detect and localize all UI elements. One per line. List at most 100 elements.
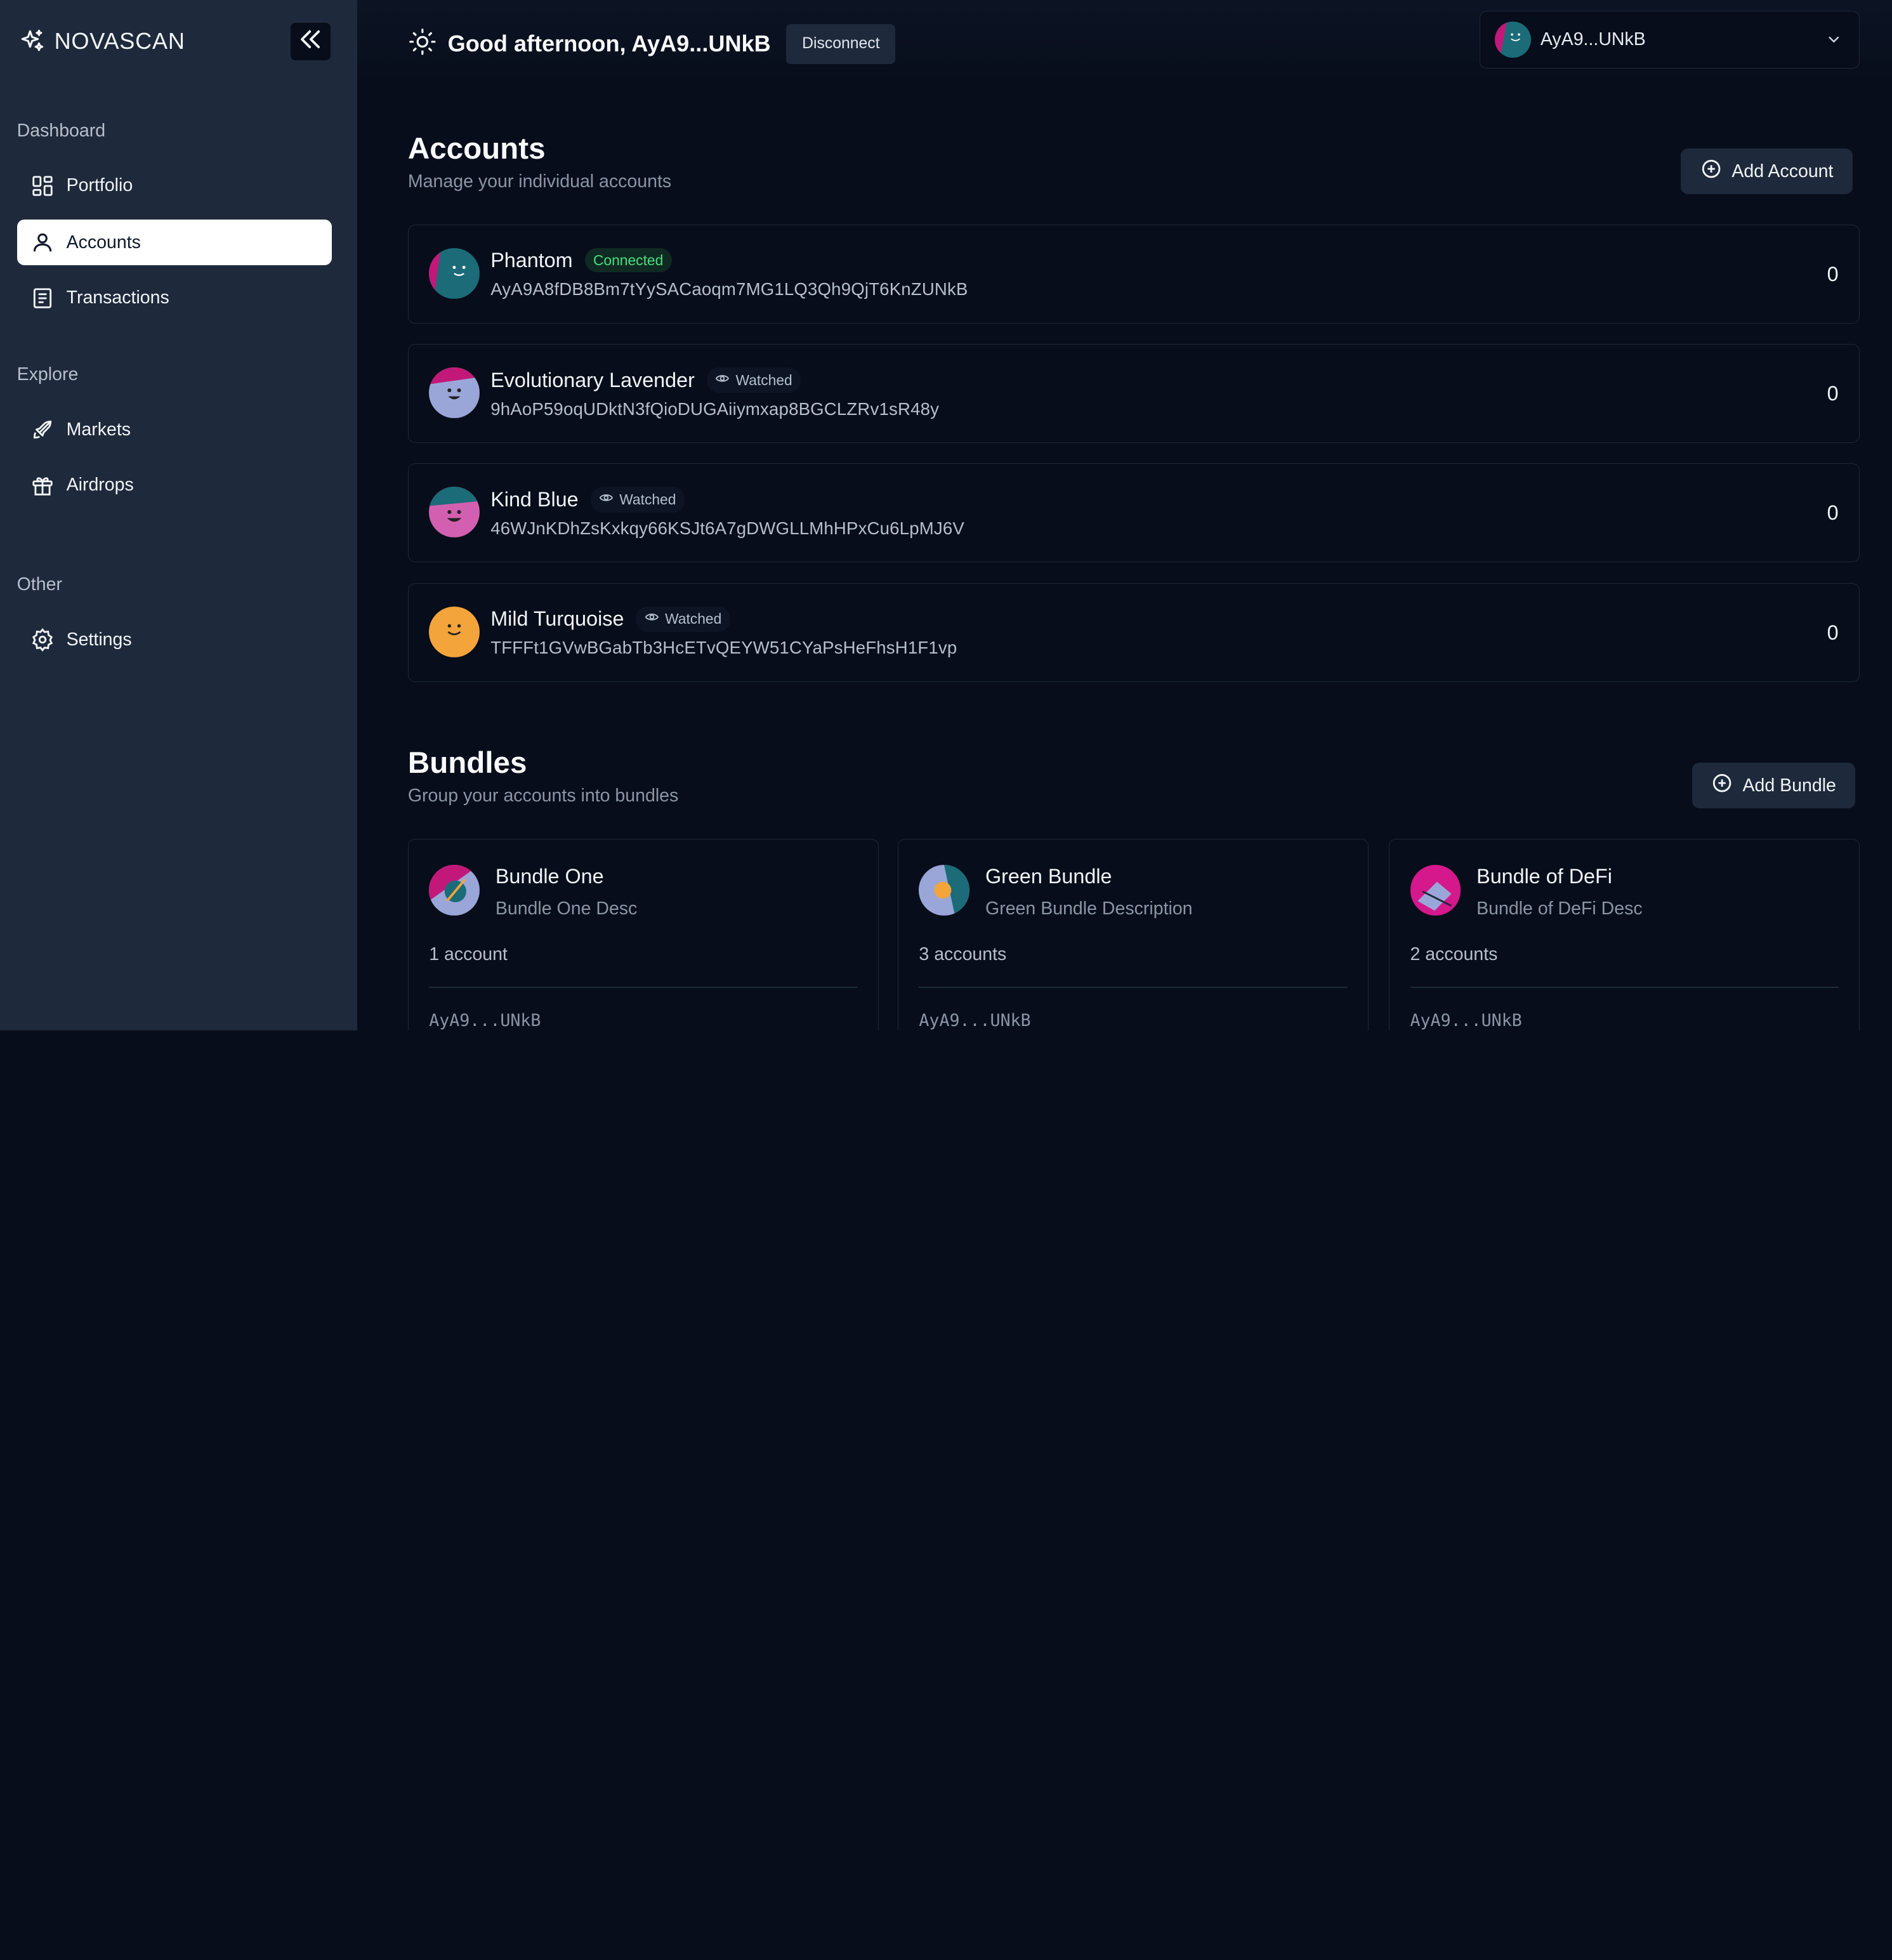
wallet-label: AyA9...UNkB [1540, 29, 1646, 50]
nav-section-dashboard: Dashboard [16, 121, 106, 141]
status-label: Watched [619, 491, 676, 508]
receipt-icon [30, 286, 55, 310]
sidebar: NOVASCAN Dashboard Portfolio Accounts Tr… [0, 0, 357, 1031]
bundle-description: Bundle One Desc [495, 898, 638, 919]
account-card-evolutionary-lavender[interactable]: Evolutionary Lavender Watched 9hAoP59oqU… [407, 344, 1860, 444]
gear-icon [30, 628, 55, 652]
wallet-selector[interactable]: AyA9...UNkB [1479, 11, 1860, 69]
user-icon [30, 230, 55, 254]
collapse-sidebar-button[interactable] [291, 23, 331, 61]
greeting-row: Good afternoon, AyA9...UNkB Disconnect [408, 24, 896, 64]
account-card-kind-blue[interactable]: Kind Blue Watched 46WJnKDhZsKxkqy66KSJt6… [407, 463, 1860, 563]
status-label: Watched [665, 610, 722, 628]
account-name: Kind Blue [490, 488, 579, 511]
account-name-row: Kind Blue Watched [490, 487, 685, 513]
account-address: TFFFt1GVwBGabTb3HcETvQEYW51CYaPsHeFhsH1F… [490, 638, 957, 658]
plus-circle-icon [1711, 772, 1733, 799]
chevron-down-icon [1825, 31, 1843, 53]
nav-section-other: Other [16, 574, 62, 595]
account-balance: 0 [1827, 382, 1839, 405]
account-address: 46WJnKDhZsKxkqy66KSJt6A7gDWGLLMhHPxCu6Lp… [490, 518, 964, 538]
avatar [429, 487, 480, 538]
bundle-account-count: 3 accounts [919, 944, 1007, 965]
account-address: 9hAoP59oqUDktN3fQioDUGAiiymxap8BGCLZRv1s… [490, 398, 940, 419]
bundle-address: AyA9...UNkB [919, 1010, 1031, 1030]
sidebar-item-label: Accounts [66, 232, 141, 253]
sparkles-icon [18, 27, 48, 56]
bundles-title: Bundles [407, 746, 527, 780]
gift-icon [30, 473, 55, 497]
account-name: Evolutionary Lavender [490, 368, 695, 391]
rocket-icon [30, 418, 55, 442]
add-bundle-button[interactable]: Add Bundle [1692, 763, 1856, 809]
bundles-subtitle: Group your accounts into bundles [407, 786, 679, 806]
accounts-title: Accounts [407, 132, 546, 166]
bundle-avatar [1410, 864, 1461, 916]
chevrons-left-icon [298, 26, 324, 58]
plus-circle-icon [1700, 158, 1722, 185]
sidebar-item-markets[interactable]: Markets [17, 407, 332, 452]
bundle-description: Green Bundle Description [985, 898, 1193, 919]
avatar [429, 247, 480, 299]
divider [919, 986, 1348, 988]
account-card-mild-turquoise[interactable]: Mild Turquoise Watched TFFFt1GVwBGabTb3H… [407, 582, 1860, 682]
sidebar-item-portfolio[interactable]: Portfolio [17, 163, 332, 209]
bundle-name: Bundle One [495, 864, 604, 888]
bundle-address: AyA9...UNkB [429, 1010, 541, 1030]
status-badge: Watched [706, 367, 801, 393]
brand-name: NOVASCAN [54, 27, 185, 54]
disconnect-button[interactable]: Disconnect [786, 24, 896, 64]
divider [429, 986, 858, 988]
bundle-account-count: 1 account [429, 944, 508, 965]
add-account-button[interactable]: Add Account [1681, 148, 1853, 195]
bundle-card-bundle-one[interactable]: Bundle One Bundle One Desc 1 account AyA… [407, 838, 879, 1031]
sidebar-item-transactions[interactable]: Transactions [17, 275, 332, 321]
sidebar-item-label: Airdrops [66, 475, 134, 496]
avatar [1494, 22, 1531, 58]
bundle-card-green-bundle[interactable]: Green Bundle Green Bundle Description 3 … [898, 838, 1369, 1031]
brand[interactable]: NOVASCAN [18, 27, 185, 56]
account-name-row: Evolutionary Lavender Watched [490, 367, 801, 393]
add-account-label: Add Account [1731, 161, 1834, 181]
account-name: Phantom [490, 248, 573, 272]
eye-icon [599, 490, 614, 509]
status-badge: Watched [636, 606, 730, 632]
sidebar-item-label: Portfolio [66, 175, 133, 196]
sun-icon [408, 27, 437, 62]
account-balance: 0 [1827, 501, 1839, 525]
account-address: AyA9A8fDB8Bm7tYySACaoqm7MG1LQ3Qh9QjT6KnZ… [490, 279, 968, 299]
status-badge: Connected [584, 247, 672, 273]
divider [1410, 986, 1839, 988]
sidebar-item-label: Settings [66, 629, 132, 650]
bundle-avatar [919, 864, 970, 916]
status-label: Watched [735, 371, 792, 388]
sidebar-item-label: Markets [66, 419, 131, 440]
bundle-name: Bundle of DeFi [1476, 864, 1612, 888]
topbar: Good afternoon, AyA9...UNkB Disconnect A… [357, 0, 1892, 85]
status-badge: Watched [590, 487, 685, 513]
bundle-card-bundle-of-defi[interactable]: Bundle of DeFi Bundle of DeFi Desc 2 acc… [1389, 838, 1860, 1031]
account-name-row: Phantom Connected [490, 247, 672, 273]
sidebar-item-label: Transactions [66, 287, 169, 308]
sidebar-item-settings[interactable]: Settings [17, 617, 332, 662]
grid-icon [30, 174, 55, 198]
app-root: NOVASCAN Dashboard Portfolio Accounts Tr… [0, 0, 1892, 1031]
bundle-account-count: 2 accounts [1410, 944, 1498, 965]
account-name-row: Mild Turquoise Watched [490, 606, 730, 632]
add-bundle-label: Add Bundle [1742, 775, 1836, 796]
account-name: Mild Turquoise [490, 607, 624, 631]
avatar [429, 606, 480, 657]
avatar [429, 367, 480, 419]
nav-section-explore: Explore [16, 364, 79, 385]
bundle-name: Green Bundle [985, 864, 1112, 888]
accounts-subtitle: Manage your individual accounts [407, 171, 672, 192]
eye-icon [715, 371, 730, 390]
account-balance: 0 [1827, 262, 1839, 286]
account-card-phantom[interactable]: Phantom Connected AyA9A8fDB8Bm7tYySACaoq… [407, 224, 1860, 324]
sidebar-item-airdrops[interactable]: Airdrops [17, 462, 332, 508]
sidebar-item-accounts[interactable]: Accounts [16, 220, 332, 266]
bundle-avatar [429, 864, 480, 916]
eye-icon [645, 610, 659, 628]
bundle-address: AyA9...UNkB [1410, 1010, 1522, 1030]
account-balance: 0 [1827, 621, 1839, 644]
